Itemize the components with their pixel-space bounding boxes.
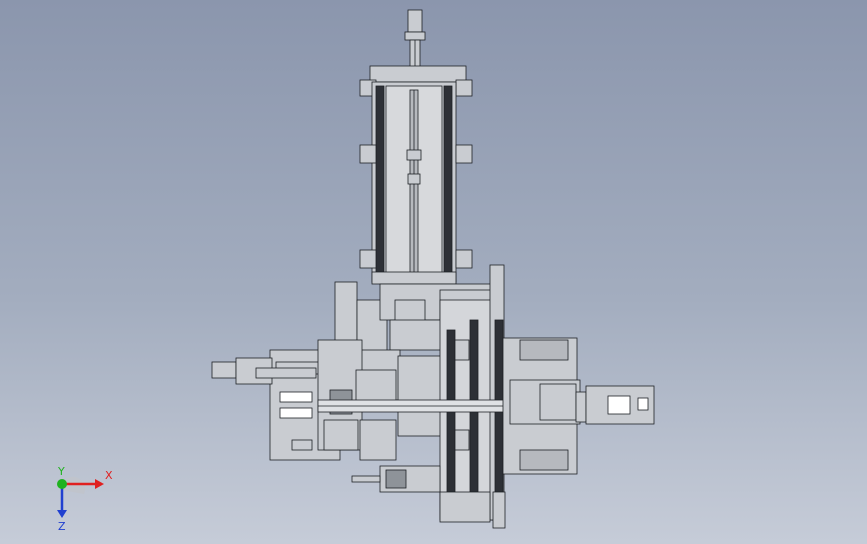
z-axis-label: Z xyxy=(58,520,66,532)
y-axis-label: Y xyxy=(57,465,65,478)
x-axis-arrowhead xyxy=(95,479,104,489)
vertical-column xyxy=(359,65,473,285)
right-assembly xyxy=(502,337,655,475)
x-axis-label: X xyxy=(105,469,113,482)
top-cylinder xyxy=(404,9,426,71)
z-axis-arrowhead xyxy=(57,510,67,518)
y-axis-dot xyxy=(57,479,67,489)
cad-graphics-viewport[interactable]: X Y Z xyxy=(0,0,867,544)
assembly-model[interactable] xyxy=(0,0,867,544)
axis-triad: X Y Z xyxy=(57,465,113,532)
